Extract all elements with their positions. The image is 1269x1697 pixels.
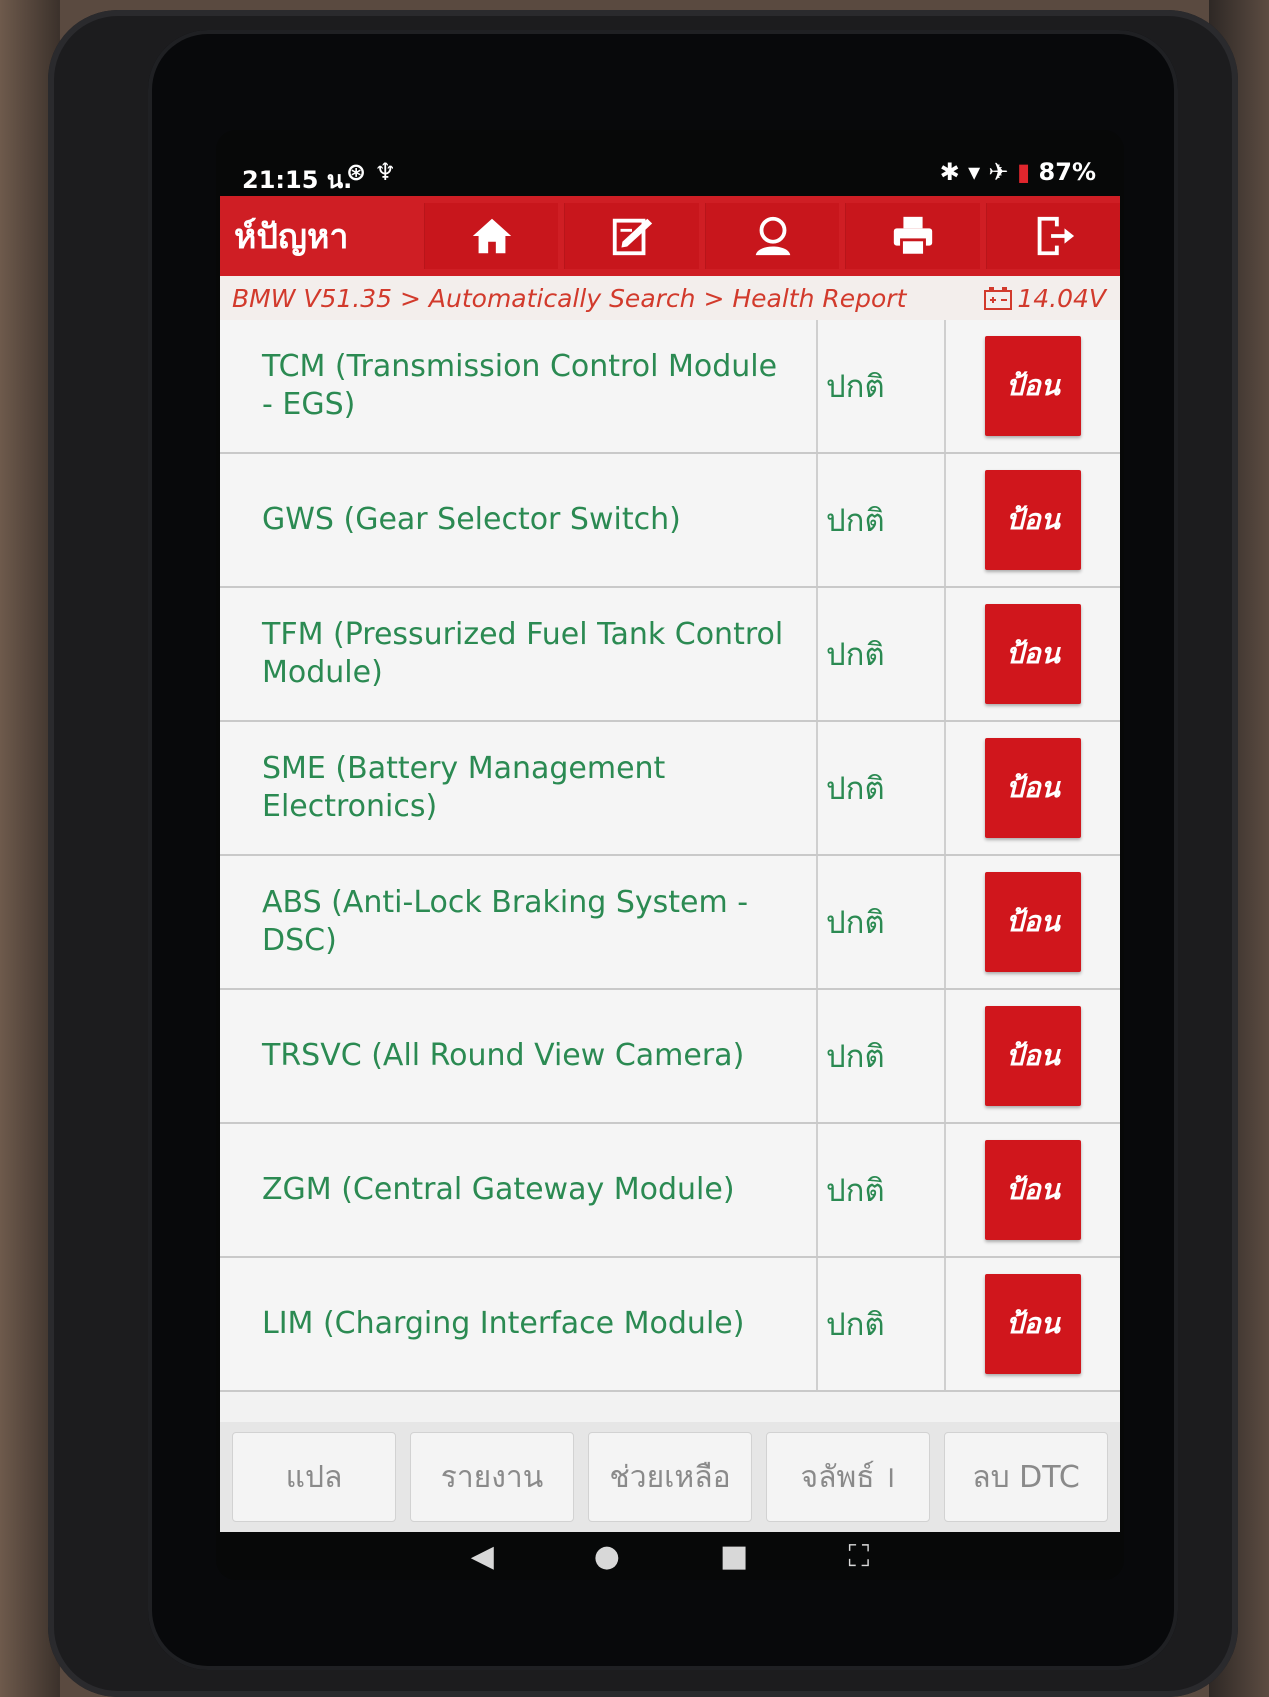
enter-button[interactable]: ป้อน bbox=[985, 1140, 1081, 1240]
module-list[interactable]: TCM (Transmission Control Module - EGS) … bbox=[220, 320, 1120, 1422]
module-status: ปกติ bbox=[818, 1258, 946, 1390]
enter-button[interactable]: ป้อน bbox=[985, 1006, 1081, 1106]
android-nav-bar: ◀ ● ■ ⛶ bbox=[216, 1532, 1124, 1580]
status-right-icons: ✱ ▾ ✈ ▮ 87% bbox=[940, 158, 1096, 186]
translate-button[interactable]: แปล bbox=[232, 1432, 396, 1522]
voltage-value: 14.04V bbox=[1017, 283, 1106, 313]
module-name: LIM (Charging Interface Module) bbox=[220, 1258, 818, 1390]
module-status: ปกติ bbox=[818, 588, 946, 720]
exit-button[interactable] bbox=[985, 203, 1121, 269]
enter-button[interactable]: ป้อน bbox=[985, 738, 1081, 838]
module-name: ZGM (Central Gateway Module) bbox=[220, 1124, 818, 1256]
module-name: TRSVC (All Round View Camera) bbox=[220, 990, 818, 1122]
exit-icon bbox=[1037, 216, 1075, 256]
module-row: ABS (Anti-Lock Braking System - DSC) ปกต… bbox=[220, 856, 1120, 990]
module-row: TCM (Transmission Control Module - EGS) … bbox=[220, 320, 1120, 454]
recents-icon[interactable]: ■ bbox=[720, 1539, 748, 1574]
enter-button[interactable]: ป้อน bbox=[985, 336, 1081, 436]
module-row: GWS (Gear Selector Switch) ปกติ ป้อน bbox=[220, 454, 1120, 588]
report-button[interactable]: รายงาน bbox=[410, 1432, 574, 1522]
print-icon bbox=[893, 216, 933, 257]
app-title: ห์ปัญหา bbox=[234, 217, 349, 257]
module-row: LIM (Charging Interface Module) ปกติ ป้อ… bbox=[220, 1258, 1120, 1392]
breadcrumb-path: BMW V51.35 > Automatically Search > Heal… bbox=[232, 283, 907, 313]
module-name: ABS (Anti-Lock Braking System - DSC) bbox=[220, 856, 818, 988]
module-name: SME (Battery Management Electronics) bbox=[220, 722, 818, 854]
module-row: ZGM (Central Gateway Module) ปกติ ป้อน bbox=[220, 1124, 1120, 1258]
user-button[interactable] bbox=[704, 203, 840, 269]
help-button[interactable]: ช่วยเหลือ bbox=[588, 1432, 752, 1522]
breadcrumb: BMW V51.35 > Automatically Search > Heal… bbox=[220, 276, 1120, 320]
screen: 21:15 น. ⊛ ♆ ✱ ▾ ✈ ▮ 87% ห์ปัญหา BMW V51… bbox=[216, 130, 1124, 1580]
home-circle-icon[interactable]: ● bbox=[594, 1539, 620, 1574]
app-bar: ห์ปัญหา bbox=[220, 196, 1121, 276]
module-row: TRSVC (All Round View Camera) ปกติ ป้อน bbox=[220, 990, 1120, 1124]
module-name: TCM (Transmission Control Module - EGS) bbox=[220, 320, 818, 452]
module-row: TFM (Pressurized Fuel Tank Control Modul… bbox=[220, 588, 1120, 722]
module-row: SME (Battery Management Electronics) ปกต… bbox=[220, 722, 1120, 856]
status-time: 21:15 น. bbox=[242, 166, 353, 194]
module-name: GWS (Gear Selector Switch) bbox=[220, 454, 818, 586]
print-button[interactable] bbox=[845, 203, 980, 269]
module-status: ปกติ bbox=[818, 1124, 946, 1256]
screenshot-icon[interactable]: ⛶ bbox=[848, 1539, 869, 1574]
edit-button[interactable] bbox=[564, 203, 699, 269]
module-status: ปกติ bbox=[818, 990, 946, 1122]
clear-dtc-button[interactable]: ลบ DTC bbox=[944, 1432, 1108, 1522]
module-status: ปกติ bbox=[818, 320, 946, 452]
results-button[interactable]: จลัพธ์ । bbox=[766, 1432, 930, 1522]
back-icon[interactable]: ◀ bbox=[471, 1539, 494, 1574]
status-bar: 21:15 น. ⊛ ♆ ✱ ▾ ✈ ▮ 87% bbox=[216, 150, 1124, 200]
module-name: TFM (Pressurized Fuel Tank Control Modul… bbox=[220, 588, 818, 720]
edit-icon bbox=[612, 218, 653, 256]
status-left-icons: ⊛ ♆ bbox=[346, 158, 396, 186]
voltage-readout: 14.04V bbox=[983, 284, 1120, 313]
home-button[interactable] bbox=[424, 203, 559, 269]
status-connectivity-icons: ✱ ▾ ✈ bbox=[939, 158, 1009, 186]
enter-button[interactable]: ป้อน bbox=[985, 470, 1081, 570]
user-icon bbox=[755, 216, 790, 256]
home-icon bbox=[472, 218, 511, 254]
module-status: ปกติ bbox=[818, 722, 946, 854]
module-status: ปกติ bbox=[818, 856, 946, 988]
battery-voltage-icon bbox=[984, 287, 1013, 310]
enter-button[interactable]: ป้อน bbox=[985, 1274, 1081, 1374]
enter-button[interactable]: ป้อน bbox=[985, 872, 1081, 972]
battery-level: 87% bbox=[1038, 158, 1096, 186]
battery-icon: ▮ bbox=[1016, 158, 1031, 186]
enter-button[interactable]: ป้อน bbox=[985, 604, 1081, 704]
module-status: ปกติ bbox=[818, 454, 946, 586]
bottom-toolbar: แปล รายงาน ช่วยเหลือ จลัพธ์ । ลบ DTC bbox=[220, 1422, 1120, 1532]
